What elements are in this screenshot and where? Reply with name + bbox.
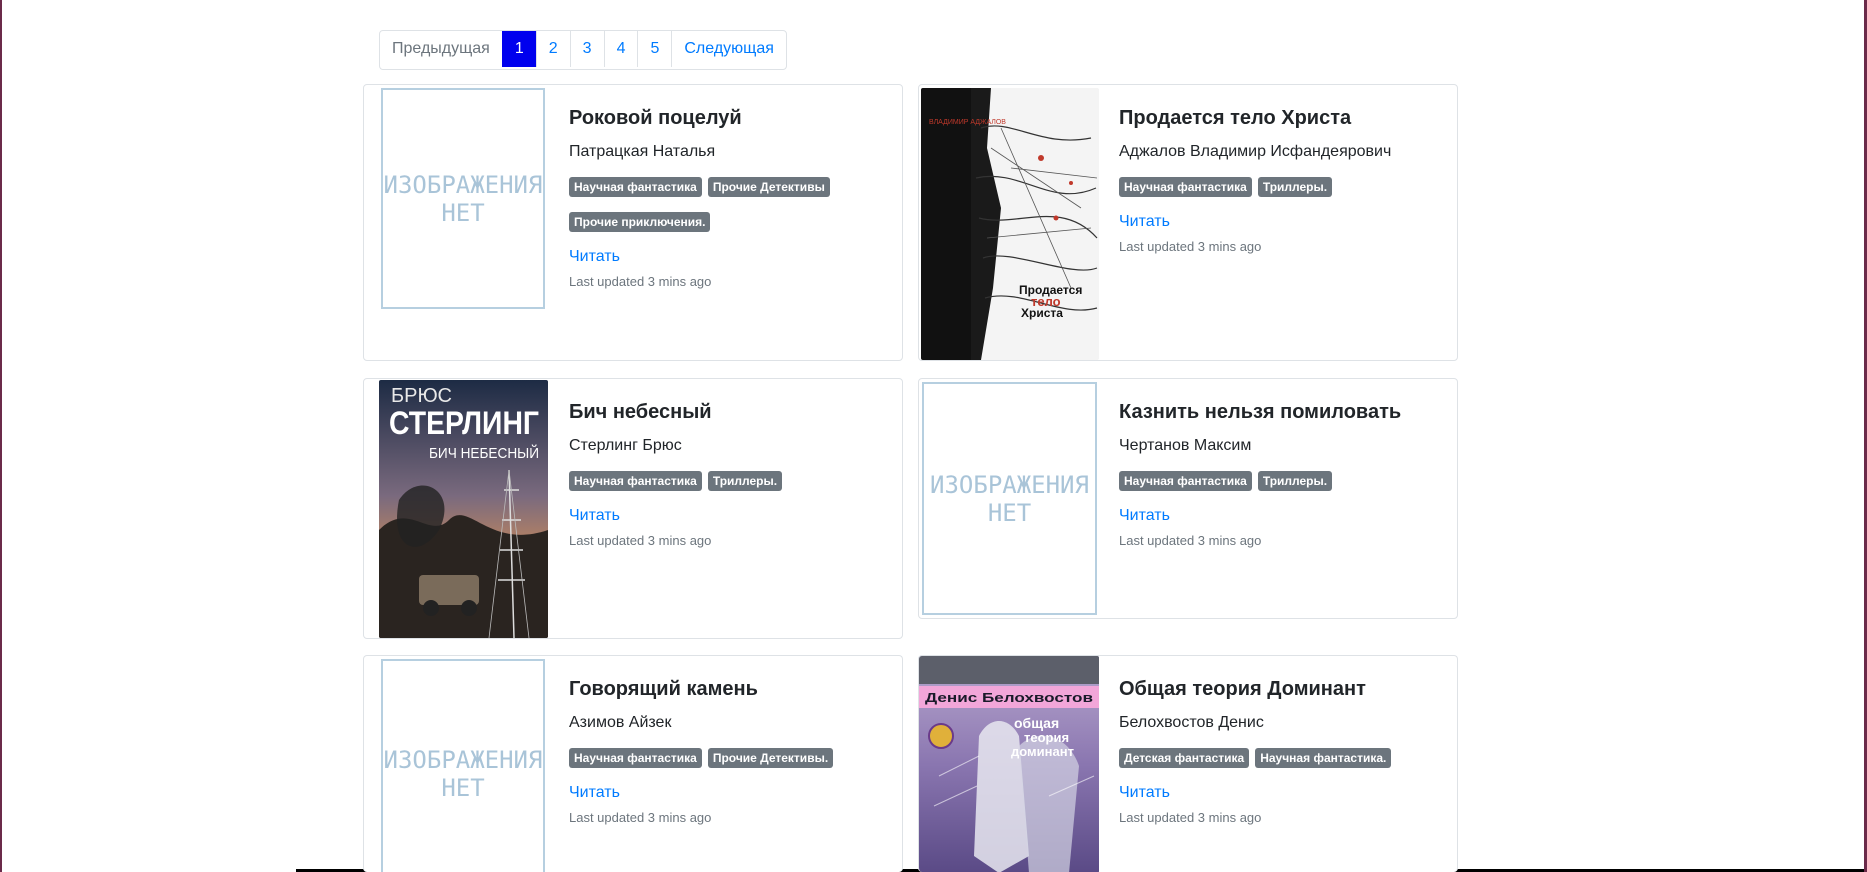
read-link[interactable]: Читать (569, 507, 892, 525)
read-link[interactable]: Читать (569, 248, 892, 266)
book-tags: Научная фантастика Триллеры. (1119, 177, 1447, 197)
cover-title-word: теория (1024, 730, 1069, 745)
book-author: Белохвостов Денис (1119, 714, 1264, 731)
book-cover-placeholder[interactable]: ИЗОБРАЖЕНИЯ НЕТ (381, 88, 545, 309)
no-image-label: ИЗОБРАЖЕНИЯ НЕТ (384, 746, 543, 802)
book-tags: Научная фантастика Триллеры. (1119, 471, 1447, 491)
last-updated: Last updated 3 mins ago (569, 274, 712, 289)
last-updated: Last updated 3 mins ago (1119, 239, 1262, 254)
book-title: Роковой поцелуй (569, 107, 742, 129)
book-cover-placeholder[interactable]: ИЗОБРАЖЕНИЯ НЕТ (381, 659, 545, 872)
read-link[interactable]: Читать (1119, 507, 1447, 525)
last-updated: Last updated 3 mins ago (569, 533, 712, 548)
no-image-line-1: ИЗОБРАЖЕНИЯ (383, 170, 543, 199)
cover-author-first: БРЮС (391, 385, 452, 407)
cover-title-word: доминант (1011, 744, 1074, 759)
genre-badge: Триллеры. (707, 471, 783, 491)
no-image-line-2: НЕТ (987, 498, 1032, 527)
book-card: ВЛАДИМИР АДЖАЛОВ Продается тело Христа П… (918, 84, 1458, 361)
pagination-prev[interactable]: Предыдущая (380, 31, 502, 67)
book-author: Аджалов Владимир Исфандеярович (1119, 143, 1392, 160)
cover-art-obshchaya-teoriya: Денис Белохвостов общая теория доминант (919, 656, 1099, 872)
last-updated: Last updated 3 mins ago (1119, 533, 1262, 548)
no-image-line-1: ИЗОБРАЖЕНИЯ (383, 746, 543, 774)
book-title: Общая теория Доминант (1119, 678, 1366, 700)
book-tags: Научная фантастика Триллеры. (569, 471, 892, 491)
genre-badge: Научная фантастика (569, 177, 702, 197)
pagination: Предыдущая 1 2 3 4 5 Следующая (379, 30, 787, 70)
window-left-edge (0, 0, 2, 872)
read-link[interactable]: Читать (1119, 784, 1447, 802)
cover-author-last: СТЕРЛИНГ (389, 405, 539, 441)
genre-badge: Научная фантастика (1119, 177, 1252, 197)
read-link[interactable]: Читать (1119, 213, 1447, 231)
last-updated: Last updated 3 mins ago (569, 810, 712, 825)
book-card-body: Говорящий камень Азимов Айзек Научная фа… (569, 676, 892, 825)
no-image-label: ИЗОБРАЖЕНИЯ НЕТ (384, 171, 543, 227)
book-card-body: Общая теория Доминант Белохвостов Денис … (1119, 676, 1447, 825)
book-tags: Детская фантастика Научная фантастика. (1119, 748, 1447, 768)
book-cover-image[interactable]: БРЮС СТЕРЛИНГ БИЧ НЕБЕСНЫЙ (379, 380, 548, 638)
pagination-page-1[interactable]: 1 (501, 31, 536, 67)
genre-badge: Научная фантастика. (1255, 748, 1392, 768)
cover-title-word: общая (1014, 715, 1059, 731)
book-title: Продается тело Христа (1119, 107, 1352, 129)
genre-badge: Триллеры. (1257, 471, 1333, 491)
genre-badge: Прочие Детективы. (707, 748, 834, 768)
no-image-line-1: ИЗОБРАЖЕНИЯ (930, 470, 1089, 499)
book-card: ИЗОБРАЖЕНИЯ НЕТ Казнить нельзя помиловат… (918, 378, 1458, 619)
book-author: Патрацкая Наталья (569, 143, 716, 160)
book-card: Денис Белохвостов общая теория доминант … (918, 655, 1458, 872)
book-card: ИЗОБРАЖЕНИЯ НЕТ Говорящий камень Азимов … (363, 655, 903, 872)
genre-badge: Прочие Детективы (707, 177, 830, 197)
book-author: Азимов Айзек (569, 714, 672, 731)
read-link[interactable]: Читать (569, 784, 892, 802)
genre-badge: Научная фантастика (1119, 471, 1252, 491)
book-author: Чертанов Максим (1119, 437, 1252, 454)
book-cover-image[interactable]: Денис Белохвостов общая теория доминант (919, 656, 1099, 872)
book-title: Говорящий камень (569, 678, 758, 700)
book-cover-placeholder[interactable]: ИЗОБРАЖЕНИЯ НЕТ (922, 382, 1097, 615)
last-updated: Last updated 3 mins ago (1119, 810, 1262, 825)
no-image-line-2: НЕТ (441, 774, 485, 802)
book-tags: Научная фантастика Прочие Детективы. (569, 748, 892, 768)
genre-badge: Триллеры. (1257, 177, 1333, 197)
cover-art-prodaetsya: ВЛАДИМИР АДЖАЛОВ Продается тело Христа (921, 88, 1099, 360)
genre-badge: Научная фантастика (569, 748, 702, 768)
pagination-page-4[interactable]: 4 (603, 31, 638, 67)
book-card-body: Казнить нельзя помиловать Чертанов Макси… (1119, 399, 1447, 548)
no-image-line-2: НЕТ (441, 198, 485, 227)
pagination-page-5[interactable]: 5 (637, 31, 671, 67)
book-cover-image[interactable]: ВЛАДИМИР АДЖАЛОВ Продается тело Христа (921, 88, 1099, 360)
book-tags: Научная фантастика Прочие Детективы Проч… (569, 177, 839, 232)
no-image-label: ИЗОБРАЖЕНИЯ НЕТ (930, 471, 1089, 527)
cover-author-text: ВЛАДИМИР АДЖАЛОВ (929, 119, 1006, 126)
genre-badge: Научная фантастика (569, 471, 702, 491)
genre-badge: Детская фантастика (1119, 748, 1250, 768)
book-card-body: Продается тело Христа Аджалов Владимир И… (1119, 105, 1447, 254)
cover-author: Денис Белохвостов (925, 690, 1093, 705)
book-title: Бич небесный (569, 401, 712, 423)
book-card: ИЗОБРАЖЕНИЯ НЕТ Роковой поцелуй Патрацка… (363, 84, 903, 361)
book-author: Стерлинг Брюс (569, 437, 682, 454)
pagination-page-3[interactable]: 3 (569, 31, 604, 67)
pagination-page-2[interactable]: 2 (535, 31, 570, 67)
book-card: БРЮС СТЕРЛИНГ БИЧ НЕБЕСНЫЙ Бич небесный … (363, 378, 903, 639)
cover-title: БИЧ НЕБЕСНЫЙ (429, 444, 539, 462)
book-title: Казнить нельзя помиловать (1119, 401, 1402, 423)
cover-art-bich-nebesny: БРЮС СТЕРЛИНГ БИЧ НЕБЕСНЫЙ (379, 380, 548, 638)
book-card-body: Бич небесный Стерлинг Брюс Научная фанта… (569, 399, 892, 548)
pagination-next[interactable]: Следующая (671, 31, 786, 67)
book-card-body: Роковой поцелуй Патрацкая Наталья Научна… (569, 105, 892, 289)
cover-title-word: Христа (1021, 306, 1063, 320)
genre-badge: Прочие приключения. (569, 212, 711, 232)
